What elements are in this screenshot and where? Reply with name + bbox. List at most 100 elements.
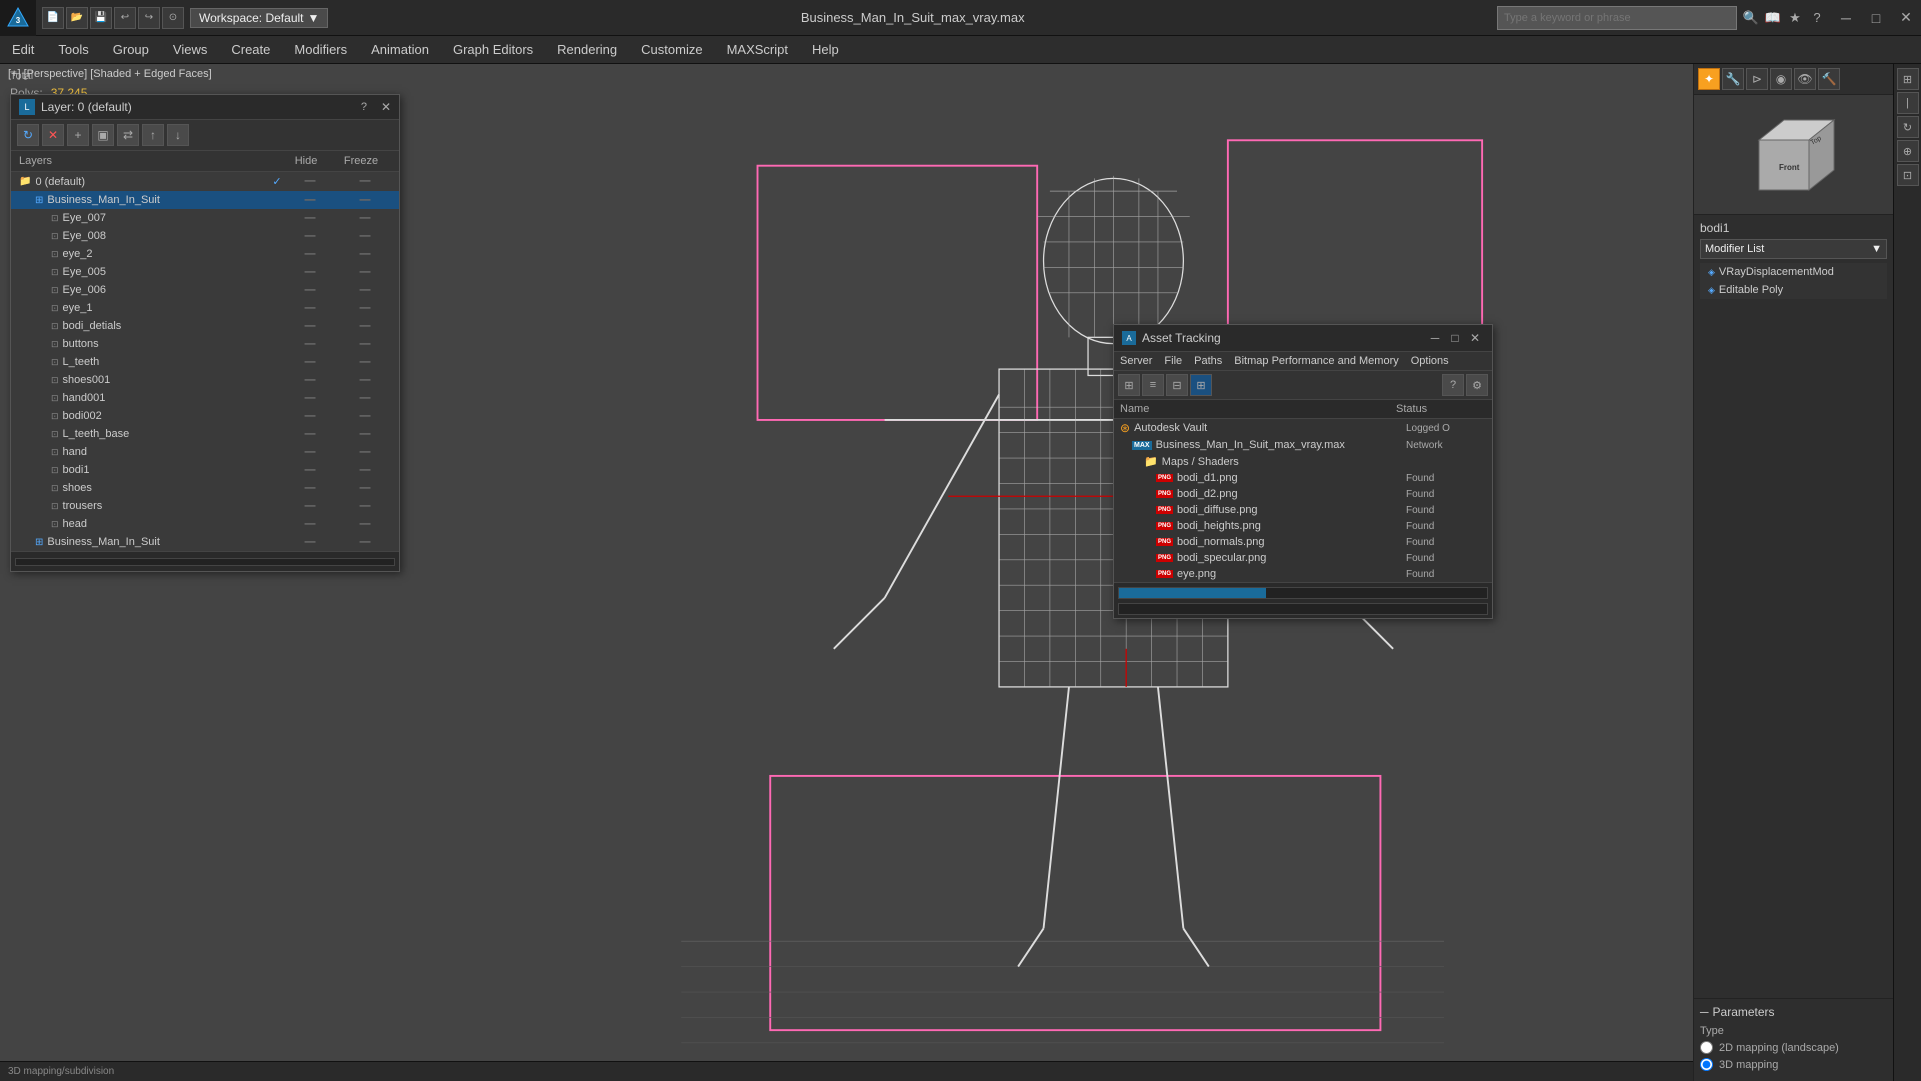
redo-button[interactable]: ↪ <box>138 7 160 29</box>
layer-item[interactable]: 📁 0 (default) ✓ ━━ ━━ <box>11 172 399 191</box>
params-collapse-icon[interactable]: ─ <box>1700 1005 1709 1019</box>
modifier-list-dropdown[interactable]: Modifier List ▼ <box>1700 239 1887 259</box>
layer-delete-button[interactable]: ✕ <box>42 124 64 146</box>
layer-item[interactable]: ⊡ eye_1 ━━ ━━ <box>11 299 399 317</box>
layer-item[interactable]: ⊡ Eye_007 ━━ ━━ <box>11 209 399 227</box>
asset-icon-view[interactable]: ⊞ <box>1118 374 1140 396</box>
modify-icon[interactable]: 🔧 <box>1722 68 1744 90</box>
asset-detail-view[interactable]: ⊟ <box>1166 374 1188 396</box>
modifier-item-editable-poly[interactable]: ◈ Editable Poly <box>1700 281 1887 299</box>
layer-item[interactable]: ⊡ bodi1 ━━ ━━ <box>11 461 399 479</box>
menu-tools[interactable]: Tools <box>46 38 100 61</box>
asset-item[interactable]: ⊛ Autodesk Vault Logged O <box>1114 419 1492 437</box>
reference-button[interactable]: 📖 <box>1763 8 1783 28</box>
layer-help-icon[interactable]: ? <box>361 101 367 113</box>
save-file-button[interactable]: 💾 <box>90 7 112 29</box>
viewport[interactable]: Total Polys: 37 245 Tris: 54 493 Edges: … <box>0 64 1693 1081</box>
asset-menu-server[interactable]: Server <box>1120 355 1152 367</box>
asset-item[interactable]: MAX Business_Man_In_Suit_max_vray.max Ne… <box>1114 437 1492 453</box>
layer-move-button[interactable]: ⇄ <box>117 124 139 146</box>
maximize-button[interactable]: □ <box>1861 0 1891 36</box>
hierarchy-icon[interactable]: ⊳ <box>1746 68 1768 90</box>
asset-menu-bitmap[interactable]: Bitmap Performance and Memory <box>1234 355 1398 367</box>
asset-table-view[interactable]: ⊞ <box>1190 374 1212 396</box>
asset-maximize-button[interactable]: □ <box>1446 329 1464 347</box>
asset-item[interactable]: PNG eye.png Found <box>1114 566 1492 582</box>
layer-item[interactable]: ⊡ trousers ━━ ━━ <box>11 497 399 515</box>
layer-scrollbar[interactable] <box>15 558 395 566</box>
asset-item[interactable]: PNG bodi_diffuse.png Found <box>1114 502 1492 518</box>
asset-item[interactable]: PNG bodi_specular.png Found <box>1114 550 1492 566</box>
help-button[interactable]: ? <box>1807 8 1827 28</box>
layer-select-button[interactable]: ▣ <box>92 124 114 146</box>
layer-item[interactable]: ⊡ head ━━ ━━ <box>11 515 399 533</box>
search-icon[interactable]: 🔍 <box>1741 8 1761 28</box>
layer-item[interactable]: ⊡ shoes001 ━━ ━━ <box>11 371 399 389</box>
asset-item[interactable]: PNG bodi_heights.png Found <box>1114 518 1492 534</box>
hold-button[interactable]: ⊙ <box>162 7 184 29</box>
layer-item[interactable]: ⊡ L_teeth ━━ ━━ <box>11 353 399 371</box>
layer-item[interactable]: ⊞ Business_Man_In_Suit ━━ ━━ <box>11 191 399 209</box>
layer-item[interactable]: ⊡ hand ━━ ━━ <box>11 443 399 461</box>
mapping-2d-radio[interactable] <box>1700 1041 1713 1054</box>
menu-rendering[interactable]: Rendering <box>545 38 629 61</box>
open-file-button[interactable]: 📂 <box>66 7 88 29</box>
layer-item[interactable]: ⊡ eye_2 ━━ ━━ <box>11 245 399 263</box>
cursor-button[interactable]: | <box>1897 92 1919 114</box>
menu-customize[interactable]: Customize <box>629 38 714 61</box>
asset-help-button[interactable]: ? <box>1442 374 1464 396</box>
layer-panel-close[interactable]: ✕ <box>381 100 391 114</box>
layer-item[interactable]: ⊡ Eye_005 ━━ ━━ <box>11 263 399 281</box>
menu-views[interactable]: Views <box>161 38 219 61</box>
bookmark-button[interactable]: ★ <box>1785 8 1805 28</box>
modifier-item-vray[interactable]: ◈ VRayDisplacementMod <box>1700 263 1887 281</box>
menu-group[interactable]: Group <box>101 38 161 61</box>
layer-item[interactable]: ⊡ shoes ━━ ━━ <box>11 479 399 497</box>
new-file-button[interactable]: 📄 <box>42 7 64 29</box>
menu-animation[interactable]: Animation <box>359 38 441 61</box>
asset-menu-file[interactable]: File <box>1164 355 1182 367</box>
rotate-view-button[interactable]: ↻ <box>1897 116 1919 138</box>
search-input[interactable] <box>1497 6 1737 30</box>
utilities-icon[interactable]: 🔨 <box>1818 68 1840 90</box>
menu-edit[interactable]: Edit <box>0 38 46 61</box>
layer-down-button[interactable]: ↓ <box>167 124 189 146</box>
layer-item[interactable]: ⊡ L_teeth_base ━━ ━━ <box>11 425 399 443</box>
layer-item[interactable]: ⊞ Business_Man_In_Suit ━━ ━━ <box>11 533 399 551</box>
layer-list-content[interactable]: 📁 0 (default) ✓ ━━ ━━ ⊞ Business_Man_In_… <box>11 172 399 551</box>
layer-refresh-button[interactable]: ↻ <box>17 124 39 146</box>
snap-toggle-button[interactable]: ⊞ <box>1897 68 1919 90</box>
asset-item[interactable]: 📁 Maps / Shaders <box>1114 453 1492 470</box>
asset-menu-paths[interactable]: Paths <box>1194 355 1222 367</box>
workspace-selector[interactable]: Workspace: Default ▼ <box>190 8 328 28</box>
layer-up-button[interactable]: ↑ <box>142 124 164 146</box>
menu-modifiers[interactable]: Modifiers <box>282 38 359 61</box>
menu-help[interactable]: Help <box>800 38 851 61</box>
zoom-region-button[interactable]: ⊡ <box>1897 164 1919 186</box>
menu-graph-editors[interactable]: Graph Editors <box>441 38 545 61</box>
menu-create[interactable]: Create <box>219 38 282 61</box>
display-icon[interactable]: 👁 <box>1794 68 1816 90</box>
layer-item[interactable]: ⊡ Eye_008 ━━ ━━ <box>11 227 399 245</box>
asset-settings-button[interactable]: ⚙ <box>1466 374 1488 396</box>
asset-close-button[interactable]: ✕ <box>1466 329 1484 347</box>
motion-icon[interactable]: ◉ <box>1770 68 1792 90</box>
asset-item[interactable]: PNG bodi_normals.png Found <box>1114 534 1492 550</box>
asset-item[interactable]: PNG bodi_d1.png Found <box>1114 470 1492 486</box>
asset-item[interactable]: PNG bodi_d2.png Found <box>1114 486 1492 502</box>
asset-list-view[interactable]: ≡ <box>1142 374 1164 396</box>
layer-item[interactable]: ⊡ bodi002 ━━ ━━ <box>11 407 399 425</box>
layer-item[interactable]: ⊡ hand001 ━━ ━━ <box>11 389 399 407</box>
pan-view-button[interactable]: ⊕ <box>1897 140 1919 162</box>
menu-maxscript[interactable]: MAXScript <box>715 38 800 61</box>
minimize-button[interactable]: ─ <box>1831 0 1861 36</box>
mapping-3d-radio[interactable] <box>1700 1058 1713 1071</box>
layer-item[interactable]: ⊡ Eye_006 ━━ ━━ <box>11 281 399 299</box>
layer-item[interactable]: ⊡ bodi_detials ━━ ━━ <box>11 317 399 335</box>
layer-item[interactable]: ⊡ buttons ━━ ━━ <box>11 335 399 353</box>
close-button[interactable]: ✕ <box>1891 0 1921 36</box>
create-icon[interactable]: ✦ <box>1698 68 1720 90</box>
asset-menu-options[interactable]: Options <box>1411 355 1449 367</box>
asset-minimize-button[interactable]: ─ <box>1426 329 1444 347</box>
asset-list[interactable]: ⊛ Autodesk Vault Logged O MAX Business_M… <box>1114 419 1492 582</box>
